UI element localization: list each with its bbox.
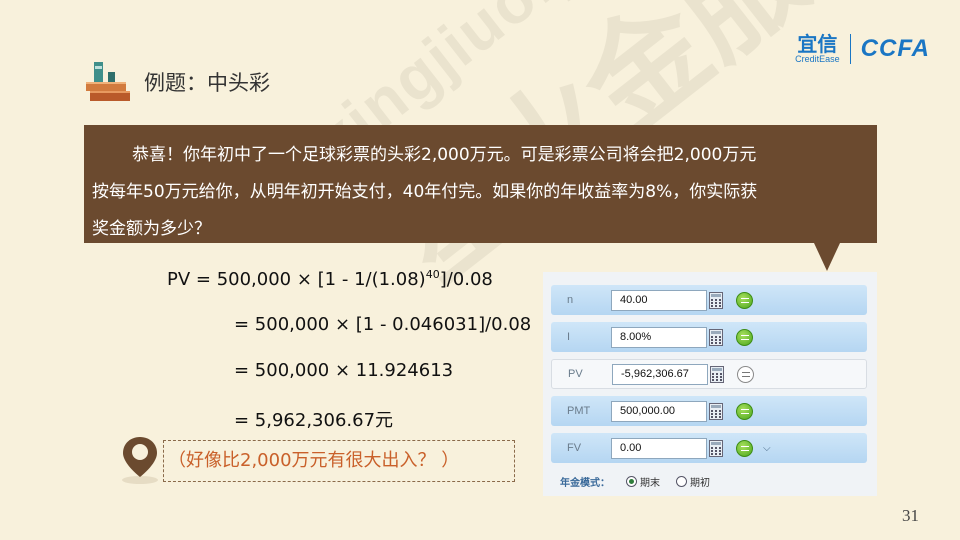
equals-icon	[740, 445, 749, 451]
calc-input-i[interactable]: 8.00%	[611, 326, 707, 348]
brand-logo: 宜信 CreditEase CCFA	[795, 34, 930, 64]
calc-row-n: n 40.00	[551, 285, 867, 315]
formula-line-3: = 500,000 × 11.924613	[234, 360, 454, 381]
yixin-logo: 宜信 CreditEase	[795, 34, 840, 64]
compute-button-pv[interactable]	[737, 365, 754, 383]
logo-divider	[849, 34, 851, 64]
mode-option-begin-label: 期初	[690, 478, 710, 489]
calc-input-fv[interactable]: 0.00	[611, 437, 707, 459]
calc-input-pv[interactable]: -5,962,306.67	[612, 363, 708, 385]
annuity-mode-label: 年金模式：	[560, 478, 610, 489]
mode-option-end[interactable]: 期末	[626, 474, 660, 489]
calculator-icon[interactable]	[709, 439, 723, 457]
logo-brand-cn: 宜信	[797, 32, 838, 56]
page-title: 例题：中头彩	[144, 71, 270, 95]
formula-line-1: PV = 500,000 × [1 - 1/(1.08)40]/0.08	[167, 268, 493, 290]
compute-button-fv[interactable]	[736, 439, 753, 457]
formula-line-4: = 5,962,306.67元	[234, 410, 394, 431]
calc-row-label: I	[567, 331, 571, 343]
formula-line-1-post: ]/0.08	[439, 269, 493, 290]
compute-button-n[interactable]	[736, 291, 753, 309]
calc-row-pmt: PMT 500,000.00	[551, 396, 867, 426]
calc-row-label: PMT	[567, 405, 591, 417]
callout-line: 按每年50万元给你，从明年初开始支付，40年付完。如果你的年收益率为8%，你实际…	[92, 182, 758, 202]
compute-button-i[interactable]	[736, 328, 753, 346]
callout-tail	[814, 243, 840, 271]
location-pin-icon	[122, 437, 158, 484]
calc-input-n[interactable]: 40.00	[611, 289, 707, 311]
double-chevron-down-icon[interactable]: ⌵	[763, 443, 771, 454]
page-number: 31	[902, 506, 919, 525]
financial-calculator: n 40.00 I 8.00% PV -5,962,306.67 PMT 500…	[543, 272, 877, 496]
calc-row-label: PV	[568, 368, 583, 380]
calculator-icon[interactable]	[709, 402, 723, 420]
annuity-mode: 年金模式： 期末 期初	[560, 474, 720, 489]
hint-box: （好像比2,000万元有很大出入？ ）	[163, 440, 515, 482]
mode-option-begin[interactable]: 期初	[676, 474, 710, 489]
books-icon	[86, 62, 130, 101]
formula-exponent: 40	[425, 268, 440, 281]
mode-option-end-label: 期末	[640, 478, 660, 489]
compute-button-pmt[interactable]	[736, 402, 753, 420]
equals-icon	[740, 297, 749, 303]
equals-icon	[741, 371, 750, 377]
equals-icon	[740, 408, 749, 414]
calculator-icon[interactable]	[710, 365, 724, 383]
radio-unselected-icon[interactable]	[676, 476, 687, 487]
calc-row-pv: PV -5,962,306.67	[551, 359, 867, 389]
calc-input-pmt[interactable]: 500,000.00	[611, 400, 707, 422]
calc-row-i: I 8.00%	[551, 322, 867, 352]
radio-selected-icon[interactable]	[626, 476, 637, 487]
equals-icon	[740, 334, 749, 340]
formula-line-2: = 500,000 × [1 - 0.046031]/0.08	[234, 314, 532, 335]
ccfa-logo: CCFA	[860, 35, 930, 62]
problem-callout: 恭喜！你年初中了一个足球彩票的头彩2,000万元。可是彩票公司将会把2,000万…	[84, 125, 877, 243]
slide-header: 例题：中头彩	[84, 60, 270, 104]
calculator-icon[interactable]	[709, 291, 723, 309]
calculator-icon[interactable]	[709, 328, 723, 346]
formula-line-1-pre: PV = 500,000 × [1 - 1/(1.08)	[167, 269, 426, 290]
calc-row-fv: FV 0.00 ⌵	[551, 433, 867, 463]
calc-row-label: n	[567, 294, 574, 306]
calc-row-label: FV	[567, 442, 582, 454]
logo-brand-en: CreditEase	[795, 54, 840, 64]
callout-line: 恭喜！你年初中了一个足球彩票的头彩2,000万元。可是彩票公司将会把2,000万…	[132, 145, 757, 165]
callout-line: 奖金额为多少？	[92, 219, 211, 239]
